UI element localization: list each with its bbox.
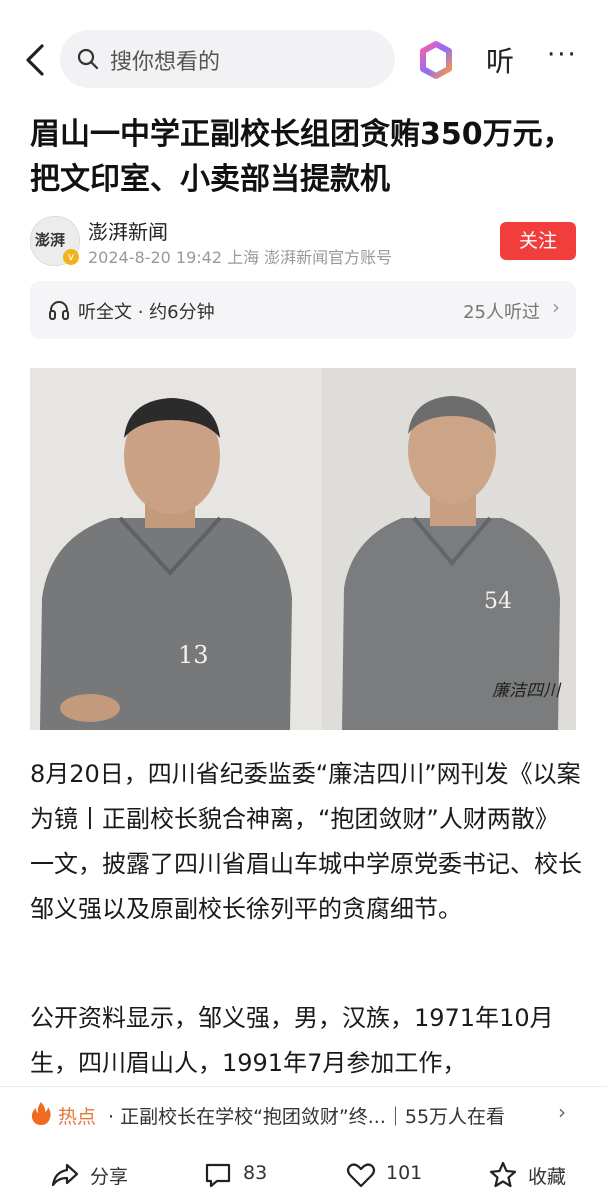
person-left-figure: 13: [30, 368, 322, 730]
watermark-label: 廉洁四川: [492, 681, 562, 701]
listen-label: 听全文 · 约6分钟: [78, 302, 215, 323]
article-image[interactable]: 13 54 廉洁四川: [30, 368, 576, 730]
follow-button[interactable]: 关注: [500, 222, 576, 260]
listener-count: 25人听过: [463, 302, 540, 323]
comment-icon: [205, 1163, 231, 1188]
search-icon: [77, 48, 99, 70]
listen-full-text-bar[interactable]: 听全文 · 约6分钟 25人听过 ›: [30, 281, 576, 339]
author-row: 澎湃 v 澎湃新闻 2024-8-20 19:42 上海 澎湃新闻官方账号 关注: [30, 214, 590, 270]
more-button[interactable]: ···: [547, 40, 578, 70]
share-label: 分享: [90, 1166, 129, 1188]
favorite-button[interactable]: 收藏: [488, 1158, 588, 1192]
chevron-right-icon: ›: [558, 1100, 566, 1124]
verified-badge-icon: v: [63, 249, 79, 265]
share-button[interactable]: 分享: [50, 1158, 150, 1192]
heart-icon: [346, 1163, 376, 1188]
fire-icon: [31, 1102, 51, 1125]
bottom-action-bar: 分享 83 101 收藏: [0, 1148, 607, 1199]
comment-count: 83: [243, 1162, 268, 1184]
back-button[interactable]: [18, 40, 54, 80]
person-right-figure: 54 廉洁四川: [322, 368, 576, 730]
image-left-panel: 13: [30, 368, 322, 730]
like-button[interactable]: 101: [346, 1158, 436, 1192]
star-icon: [489, 1161, 517, 1188]
hot-topic-bar[interactable]: 热点 · 正副校长在学校“抱团敛财”终...｜55万人在看 ›: [0, 1086, 607, 1143]
avatar[interactable]: 澎湃 v: [30, 216, 80, 266]
hot-label: 热点: [58, 1106, 97, 1128]
author-name[interactable]: 澎湃新闻: [88, 216, 168, 245]
top-bar: 搜你想看的 听 ···: [0, 0, 607, 120]
listen-button[interactable]: 听: [486, 40, 514, 80]
hot-headline: · 正副校长在学校“抱团敛财”终...｜55万人在看: [108, 1106, 506, 1128]
article-paragraph: 公开资料显示，邹义强，男，汉族，1971年10月生，四川眉山人，1991年7月参…: [30, 1004, 554, 1077]
avatar-logo-text: 澎湃: [35, 231, 66, 249]
favorite-label: 收藏: [528, 1166, 567, 1188]
article-title: 眉山一中学正副校长组团贪贿350万元，把文印室、小卖部当提款机: [30, 117, 573, 197]
headphone-icon: [49, 301, 69, 320]
back-arrow-icon: [26, 44, 44, 76]
search-placeholder: 搜你想看的: [110, 50, 221, 75]
comment-button[interactable]: 83: [203, 1158, 293, 1192]
search-input[interactable]: 搜你想看的: [60, 30, 395, 88]
share-icon: [51, 1163, 79, 1187]
number-54-label: 54: [484, 589, 512, 614]
number-13-label: 13: [178, 641, 209, 669]
article-paragraph: 8月20日，四川省纪委监委“廉洁四川”网刊发《以案为镜丨正副校长貌合神离，“抱团…: [30, 760, 582, 923]
author-meta: 2024-8-20 19:42 上海 澎湃新闻官方账号: [88, 248, 393, 267]
app-logo-icon[interactable]: [418, 40, 454, 80]
image-right-panel: 54 廉洁四川: [322, 368, 576, 730]
chevron-right-icon: ›: [552, 295, 560, 319]
like-count: 101: [386, 1162, 423, 1184]
